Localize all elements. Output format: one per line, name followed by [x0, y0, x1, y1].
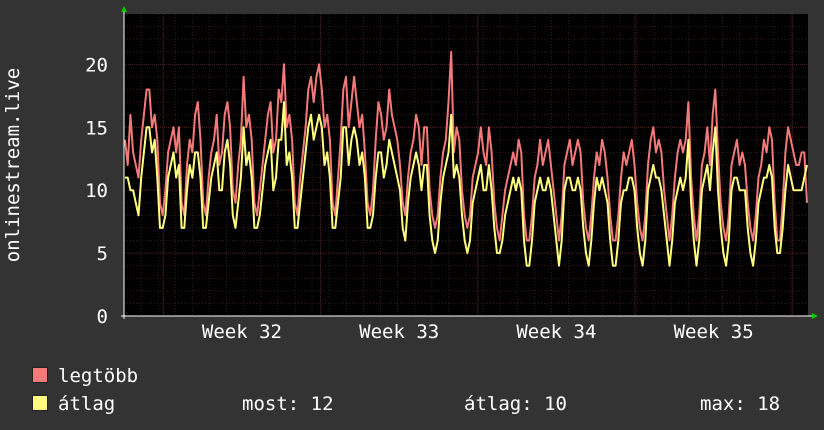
x-tick-label: Week 32 — [202, 321, 282, 343]
stat-avg-label: átlag: — [464, 393, 533, 415]
legend-label-max: legtöbb — [58, 365, 139, 387]
legend-label-avg: átlag — [58, 393, 116, 415]
x-tick-label: Week 34 — [516, 321, 596, 343]
stat-max: max: 18 — [700, 390, 780, 418]
x-tick-label: Week 35 — [674, 321, 754, 343]
y-tick-label: 10 — [85, 180, 108, 202]
x-tick-label: Week 33 — [359, 321, 439, 343]
x-axis-arrow — [812, 313, 818, 319]
y-tick-label: 5 — [97, 243, 108, 265]
y-tick-label: 20 — [85, 54, 108, 76]
y-tick-label: 0 — [97, 306, 108, 328]
stat-now-value: 12 — [310, 393, 334, 415]
legend-row-max: legtöbb — [30, 362, 810, 390]
stat-now-label: most: — [242, 393, 300, 415]
legend-row-avg: átlag most: 12 átlag: 10 max: 18 — [30, 390, 810, 418]
y-tick-label: 15 — [85, 117, 108, 139]
rrd-chart: 0 5 10 15 20 Week 32 Week 33 Week 34 Week 35 onli… — [2, 6, 818, 343]
y-axis-label: onlinestream.live — [2, 68, 24, 262]
stat-now: most: 12 — [242, 390, 334, 418]
legend-swatch-avg — [32, 395, 48, 411]
y-axis-arrow — [121, 6, 127, 12]
chart-legend: legtöbb átlag most: 12 átlag: 10 max: 18 — [30, 362, 810, 418]
stat-max-label: max: — [700, 393, 746, 415]
stat-avg: átlag: 10 — [464, 390, 567, 418]
stat-max-value: 18 — [757, 393, 781, 415]
legend-swatch-max — [32, 367, 48, 383]
stat-avg-value: 10 — [544, 393, 567, 415]
